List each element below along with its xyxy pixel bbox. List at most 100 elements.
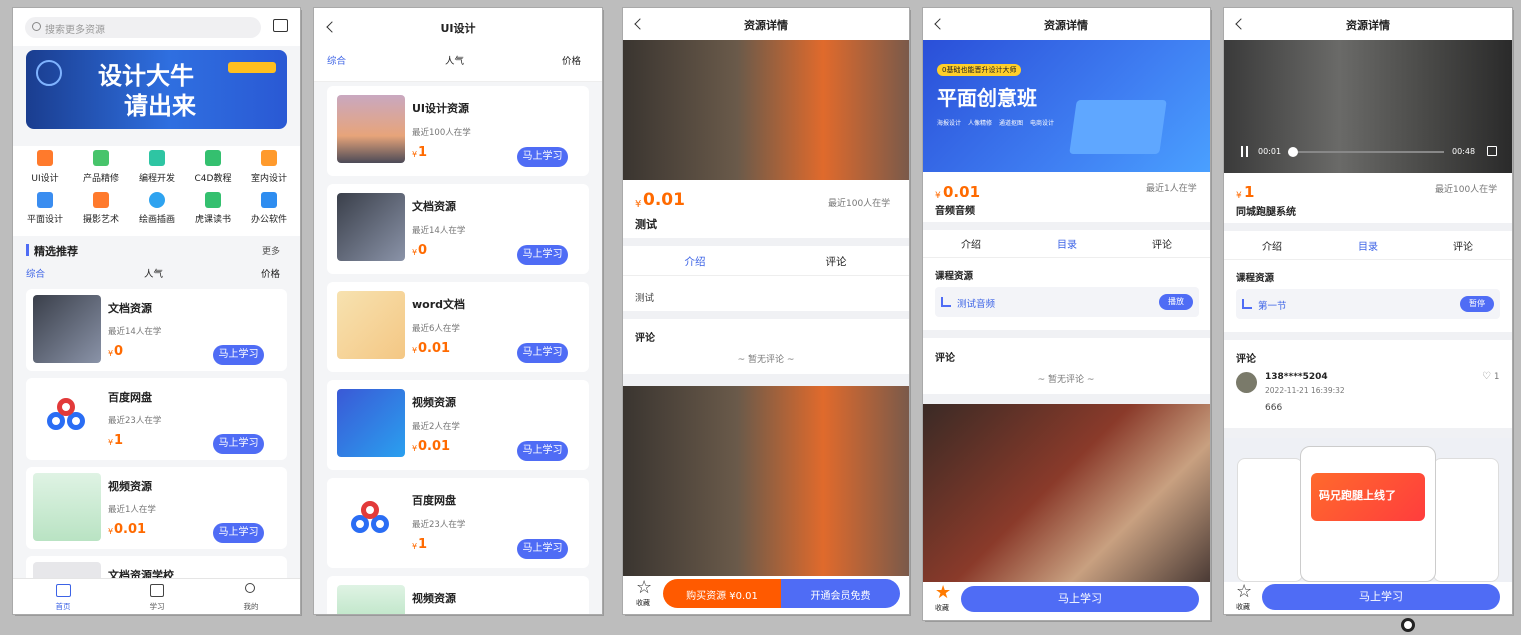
- list-item[interactable]: 视频资源 最近2人在学 ¥ 0.01 马上学习: [327, 380, 589, 470]
- category-label[interactable]: 摄影艺术: [77, 212, 125, 225]
- list-item[interactable]: 视频资源 最近1人在学 ¥ 0.01 马上学习: [26, 467, 287, 549]
- filter-overall[interactable]: 综合: [327, 53, 346, 67]
- learn-button[interactable]: 马上学习: [517, 539, 568, 559]
- progress-knob[interactable]: [1288, 147, 1298, 157]
- filter-overall[interactable]: 综合: [26, 266, 45, 280]
- banner-feature: 通道抠图: [999, 120, 1024, 127]
- star-icon[interactable]: ☆: [1236, 583, 1252, 601]
- tab-study[interactable]: 学习: [137, 601, 177, 612]
- tab-home[interactable]: 首页: [43, 601, 83, 612]
- star-icon[interactable]: ☆: [636, 579, 652, 597]
- learn-button[interactable]: 马上学习: [213, 434, 264, 454]
- banner[interactable]: 设计大牛 请出来: [26, 50, 287, 129]
- list-item[interactable]: 百度网盘 最近23人在学 ¥ 1 马上学习: [26, 378, 287, 460]
- pause-button[interactable]: 暂停: [1460, 296, 1494, 312]
- avatar[interactable]: [1236, 372, 1257, 393]
- section-marker: [26, 244, 29, 256]
- message-icon[interactable]: [273, 19, 288, 32]
- back-icon[interactable]: [934, 18, 946, 30]
- user-icon[interactable]: [245, 583, 255, 593]
- resource-row[interactable]: 测试音频 播放: [935, 287, 1199, 317]
- tab-catalog[interactable]: 目录: [1340, 238, 1396, 253]
- refresh-icon[interactable]: [1401, 618, 1415, 632]
- category-label[interactable]: 编程开发: [133, 171, 181, 184]
- back-icon[interactable]: [1235, 18, 1247, 30]
- resource-row[interactable]: 第一节 暂停: [1236, 289, 1500, 319]
- item-learners: 最近14人在学: [108, 327, 162, 337]
- list-item[interactable]: 百度网盘 最近23人在学 ¥ 1 马上学习: [327, 478, 589, 568]
- tab-comments[interactable]: 评论: [1134, 236, 1190, 251]
- back-icon[interactable]: [634, 18, 646, 30]
- category-label[interactable]: C4D教程: [189, 171, 237, 184]
- category-label[interactable]: UI设计: [21, 171, 69, 184]
- screen-category: UI设计 综合 人气 价格 UI设计资源 最近100人在学 ¥ 1 马上学习 文…: [314, 8, 602, 614]
- learn-button[interactable]: 马上学习: [961, 586, 1199, 612]
- section-more[interactable]: 更多: [262, 244, 280, 257]
- category-label[interactable]: 办公软件: [245, 212, 293, 225]
- comment-title: 评论: [1236, 354, 1256, 365]
- banner-feature: 人像精修: [968, 120, 993, 127]
- item-learners: 最近100人在学: [412, 128, 471, 138]
- progress-track[interactable]: [1288, 151, 1444, 153]
- divider: [1224, 428, 1512, 438]
- learn-button[interactable]: 马上学习: [517, 147, 568, 167]
- tab-catalog[interactable]: 目录: [1039, 236, 1095, 251]
- learners: 最近100人在学: [828, 199, 891, 209]
- category-label[interactable]: 绘画插画: [133, 212, 181, 225]
- category-label[interactable]: 虎课读书: [189, 212, 237, 225]
- study-icon[interactable]: [150, 584, 164, 597]
- page-title: 资源详情: [1044, 19, 1088, 32]
- item-currency: ¥: [412, 150, 418, 159]
- list-item[interactable]: 文档资源 最近14人在学 ¥ 0 马上学习: [26, 289, 287, 371]
- list-item[interactable]: UI设计资源 最近100人在学 ¥ 1 马上学习: [327, 86, 589, 176]
- tab-comments[interactable]: 评论: [804, 254, 868, 269]
- video-player[interactable]: 00:01 00:48: [1224, 40, 1512, 173]
- search-box[interactable]: 搜索更多资源: [25, 17, 261, 38]
- star-icon[interactable]: ★: [935, 584, 951, 602]
- learn-button[interactable]: 马上学习: [213, 345, 264, 365]
- home-icon[interactable]: [56, 584, 71, 597]
- category-label[interactable]: 平面设计: [21, 212, 69, 225]
- filter-popular[interactable]: 人气: [144, 266, 163, 280]
- resource-name: 测试音频: [957, 299, 996, 310]
- price: 1: [1244, 183, 1255, 201]
- list-item[interactable]: word文档 最近6人在学 ¥ 0.01 马上学习: [327, 282, 589, 372]
- vip-button[interactable]: 开通会员免费: [781, 579, 900, 608]
- heart-icon[interactable]: ♡: [1482, 371, 1491, 382]
- interior-icon: [261, 150, 277, 166]
- filter-price[interactable]: 价格: [562, 53, 581, 67]
- tab-intro[interactable]: 介绍: [943, 236, 999, 251]
- tab-comments[interactable]: 评论: [1435, 238, 1491, 253]
- learn-button[interactable]: 马上学习: [517, 245, 568, 265]
- fullscreen-icon[interactable]: [1487, 146, 1497, 156]
- item-learners: 最近23人在学: [412, 520, 466, 530]
- category-label[interactable]: 产品精修: [77, 171, 125, 184]
- section-title: 课程资源: [1236, 273, 1275, 284]
- learn-button[interactable]: 马上学习: [213, 523, 264, 543]
- banner-feature: 电商设计: [1030, 120, 1055, 127]
- item-price: 0.01: [418, 341, 451, 356]
- category-label[interactable]: 室内设计: [245, 171, 293, 184]
- item-title: 视频资源: [412, 592, 456, 605]
- list-item[interactable]: 视频资源: [327, 576, 589, 614]
- content-image: [623, 386, 909, 576]
- play-button[interactable]: 播放: [1159, 294, 1193, 310]
- list-item[interactable]: 文档资源 最近14人在学 ¥ 0 马上学习: [327, 184, 589, 274]
- pause-icon[interactable]: [1241, 146, 1248, 157]
- item-currency: ¥: [108, 527, 114, 536]
- item-price: 1: [418, 537, 428, 552]
- paint-icon: [149, 192, 165, 208]
- filter-price[interactable]: 价格: [261, 266, 280, 280]
- item-title: 百度网盘: [412, 494, 456, 507]
- item-price: 1: [418, 145, 428, 160]
- tab-intro[interactable]: 介绍: [1244, 238, 1300, 253]
- learn-button[interactable]: 马上学习: [517, 441, 568, 461]
- resource-name: 第一节: [1258, 301, 1287, 312]
- learn-button[interactable]: 马上学习: [517, 343, 568, 363]
- buy-button[interactable]: 购买资源 ¥0.01: [663, 579, 781, 608]
- tab-mine[interactable]: 我的: [231, 601, 271, 612]
- tab-intro[interactable]: 介绍: [663, 254, 727, 269]
- comment-user: 138****5204: [1265, 372, 1328, 382]
- learn-button[interactable]: 马上学习: [1262, 584, 1500, 610]
- filter-popular[interactable]: 人气: [445, 53, 464, 67]
